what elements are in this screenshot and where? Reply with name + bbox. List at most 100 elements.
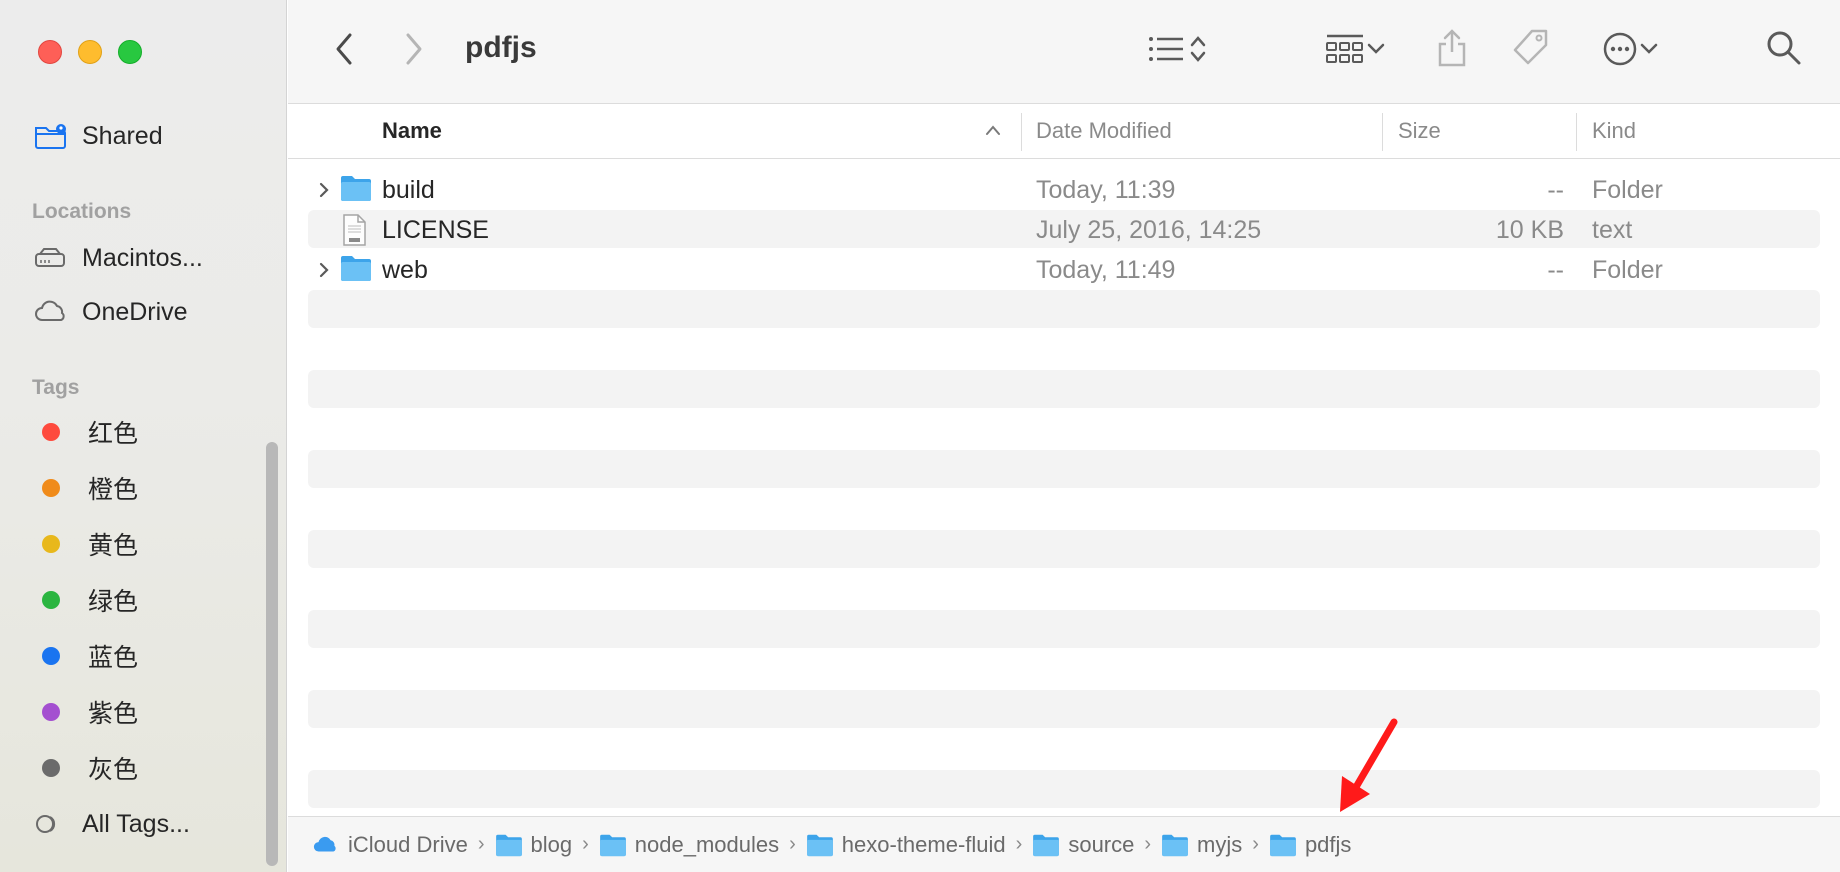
file-size: -- <box>1547 256 1564 284</box>
blue-tag-dot <box>42 647 60 665</box>
sidebar-item-label: 紫色 <box>88 700 139 728</box>
sidebar-item-all-tags[interactable]: All Tags... <box>34 804 190 844</box>
path-item-blog[interactable]: blog <box>495 832 572 858</box>
share-icon <box>1436 28 1468 73</box>
table-row[interactable]: build Today, 11:39 -- Folder <box>288 170 1840 210</box>
close-button[interactable] <box>38 40 62 64</box>
grid-group-icon <box>1325 33 1365 70</box>
share-button[interactable] <box>1432 28 1472 72</box>
icloud-icon <box>312 833 340 857</box>
path-item-pdfjs[interactable]: pdfjs <box>1269 832 1351 858</box>
sidebar-item-label: 红色 <box>88 420 139 448</box>
view-options-button[interactable] <box>1140 30 1216 72</box>
file-name: LICENSE <box>382 216 489 244</box>
row-stripe <box>308 690 1820 728</box>
sidebar-item-label: 灰色 <box>88 756 139 784</box>
table-row[interactable]: LICENSE July 25, 2016, 14:25 10 KB text <box>288 210 1840 250</box>
disclosure-chevron-icon[interactable] <box>316 258 332 282</box>
red-tag-dot <box>42 423 60 441</box>
path-item-myjs[interactable]: myjs <box>1161 832 1242 858</box>
column-divider[interactable] <box>1576 113 1577 151</box>
path-item-label: source <box>1068 831 1135 857</box>
chevron-down-icon <box>1638 41 1660 62</box>
chevron-down-icon <box>1365 41 1387 62</box>
disclosure-chevron-icon[interactable] <box>316 178 332 202</box>
sidebar-tag-purple[interactable]: 紫色 <box>34 692 138 732</box>
back-button[interactable] <box>328 32 360 70</box>
yellow-tag-dot <box>42 535 60 553</box>
column-divider[interactable] <box>1382 113 1383 151</box>
folder-icon <box>1161 833 1189 857</box>
sidebar-item-label: 黄色 <box>88 532 139 560</box>
folder-icon <box>495 833 523 857</box>
orange-tag-dot <box>42 479 60 497</box>
file-kind: text <box>1592 216 1633 244</box>
search-icon <box>1766 30 1802 71</box>
folder-icon <box>340 254 372 284</box>
chevron-left-icon <box>334 32 354 71</box>
path-separator-icon: › <box>1252 833 1259 855</box>
sidebar: Shared Locations Macintos... OneDrive Ta… <box>0 0 287 872</box>
annotation-arrow-icon <box>1340 718 1398 812</box>
text-file-icon <box>340 214 372 246</box>
sidebar-item-onedrive[interactable]: OneDrive <box>34 292 188 332</box>
column-header-kind[interactable]: Kind <box>1592 118 1636 144</box>
window-controls <box>38 40 142 64</box>
path-separator-icon: › <box>789 833 796 855</box>
updown-chevron-icon <box>1187 33 1209 70</box>
minimize-button[interactable] <box>78 40 102 64</box>
finder-window: Shared Locations Macintos... OneDrive Ta… <box>0 0 1840 872</box>
path-item-hexo-theme-fluid[interactable]: hexo-theme-fluid <box>806 832 1006 858</box>
cloud-icon <box>34 296 70 328</box>
column-header-size[interactable]: Size <box>1398 118 1441 144</box>
locations-heading: Locations <box>32 200 132 223</box>
path-item-node-modules[interactable]: node_modules <box>599 832 779 858</box>
sidebar-item-label: Shared <box>82 121 163 150</box>
sidebar-tag-yellow[interactable]: 黄色 <box>34 524 138 564</box>
folder-icon <box>1032 833 1060 857</box>
sidebar-item-label: All Tags... <box>82 809 190 838</box>
sidebar-item-macintosh[interactable]: Macintos... <box>34 238 203 278</box>
green-tag-dot <box>42 591 60 609</box>
path-item-label: hexo-theme-fluid <box>841 831 1006 857</box>
more-actions-button[interactable] <box>1594 30 1668 72</box>
sidebar-tag-gray[interactable]: 灰色 <box>34 748 138 788</box>
path-item-label: pdfjs <box>1304 831 1352 857</box>
tags-button[interactable] <box>1508 28 1552 72</box>
table-row[interactable]: web Today, 11:49 -- Folder <box>288 250 1840 290</box>
folder-icon <box>340 174 372 204</box>
path-item-icloud[interactable]: iCloud Drive <box>312 832 468 858</box>
path-item-source[interactable]: source <box>1032 832 1134 858</box>
sidebar-item-label: 绿色 <box>88 588 139 616</box>
sidebar-scrollbar[interactable] <box>266 442 278 866</box>
path-item-label: node_modules <box>634 831 780 857</box>
sidebar-item-shared[interactable]: Shared <box>34 116 163 156</box>
zoom-button[interactable] <box>118 40 142 64</box>
column-header-date[interactable]: Date Modified <box>1036 118 1172 144</box>
file-kind: Folder <box>1592 256 1663 284</box>
ellipsis-circle-icon <box>1602 31 1638 72</box>
row-stripe <box>308 370 1820 408</box>
file-kind: Folder <box>1592 176 1663 204</box>
sidebar-item-label: Macintos... <box>82 243 203 272</box>
group-button[interactable] <box>1318 30 1394 72</box>
column-divider[interactable] <box>1021 113 1022 151</box>
path-separator-icon: › <box>582 833 589 855</box>
forward-button[interactable] <box>398 32 430 70</box>
sidebar-tag-red[interactable]: 红色 <box>34 412 138 452</box>
file-name: web <box>382 256 428 284</box>
sidebar-item-label: OneDrive <box>82 297 188 326</box>
folder-icon <box>599 833 627 857</box>
sidebar-item-label: 蓝色 <box>88 644 139 672</box>
sidebar-tag-blue[interactable]: 蓝色 <box>34 636 138 676</box>
column-header-name[interactable]: Name <box>382 118 442 144</box>
row-stripe <box>308 290 1820 328</box>
sidebar-tag-green[interactable]: 绿色 <box>34 580 138 620</box>
column-headers: Name Date Modified Size Kind <box>288 105 1840 159</box>
hard-drive-icon <box>34 242 70 274</box>
sidebar-tag-orange[interactable]: 橙色 <box>34 468 138 508</box>
sort-ascending-icon[interactable] <box>984 123 1002 142</box>
tags-heading: Tags <box>32 376 80 399</box>
search-button[interactable] <box>1764 30 1804 70</box>
row-stripe <box>308 610 1820 648</box>
